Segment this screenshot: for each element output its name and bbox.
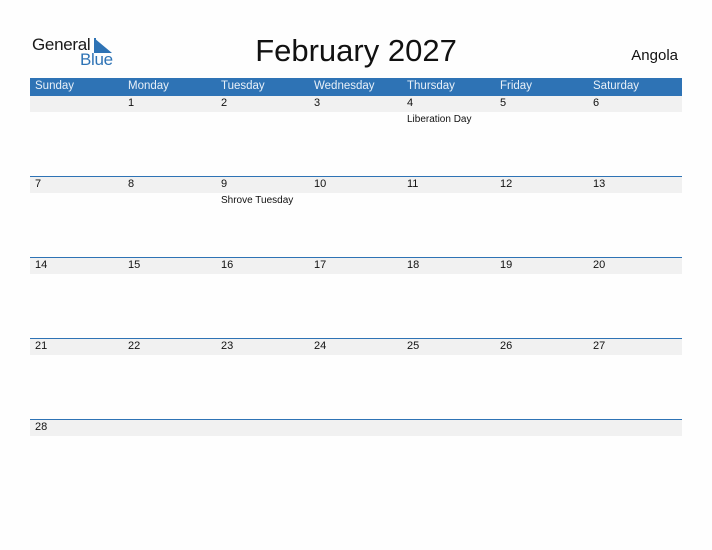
- day-number: 24: [314, 340, 327, 352]
- day-number: 26: [500, 340, 513, 352]
- week-row: 7 8 9 Shrove Tuesday 10 11 12 13: [30, 176, 682, 258]
- weekday-sunday: Sunday: [35, 80, 75, 92]
- day-number: 22: [128, 340, 141, 352]
- day-number: 8: [128, 178, 135, 190]
- day-number: 9: [221, 178, 228, 190]
- day-number: 13: [593, 178, 606, 190]
- day-number: 17: [314, 259, 327, 271]
- day-number: 28: [35, 421, 48, 433]
- weekday-header: Sunday Monday Tuesday Wednesday Thursday…: [30, 78, 682, 96]
- day-number: 18: [407, 259, 420, 271]
- day-number: 25: [407, 340, 420, 352]
- day-number: 23: [221, 340, 234, 352]
- weekday-friday: Friday: [500, 80, 532, 92]
- weekday-wednesday: Wednesday: [314, 80, 375, 92]
- day-number: 4: [407, 97, 414, 109]
- weekday-monday: Monday: [128, 80, 169, 92]
- day-number: 3: [314, 97, 321, 109]
- day-number: 15: [128, 259, 141, 271]
- weekday-saturday: Saturday: [593, 80, 640, 92]
- day-number: 11: [407, 178, 419, 190]
- day-number: 7: [35, 178, 42, 190]
- holiday-label: Liberation Day: [407, 114, 472, 125]
- day-number: 2: [221, 97, 228, 109]
- day-number: 16: [221, 259, 234, 271]
- calendar-title: February 2027: [255, 33, 457, 68]
- day-number: 1: [128, 97, 135, 109]
- weekday-thursday: Thursday: [407, 80, 455, 92]
- day-number: 6: [593, 97, 600, 109]
- holiday-label: Shrove Tuesday: [221, 195, 294, 206]
- day-number: 12: [500, 178, 513, 190]
- day-number: 21: [35, 340, 48, 352]
- date-strip: [30, 420, 682, 436]
- day-number: 19: [500, 259, 513, 271]
- day-number: 10: [314, 178, 327, 190]
- day-number: 14: [35, 259, 48, 271]
- day-number: 20: [593, 259, 606, 271]
- country-label: Angola: [631, 47, 678, 64]
- week-row: 21 22 23 24 25 26 27: [30, 338, 682, 420]
- day-number: 27: [593, 340, 606, 352]
- week-row: 14 15 16 17 18 19 20: [30, 257, 682, 339]
- week-row: 28: [30, 419, 682, 501]
- weekday-tuesday: Tuesday: [221, 80, 265, 92]
- week-row: 1 2 3 4 Liberation Day 5 6: [30, 96, 682, 177]
- day-number: 5: [500, 97, 507, 109]
